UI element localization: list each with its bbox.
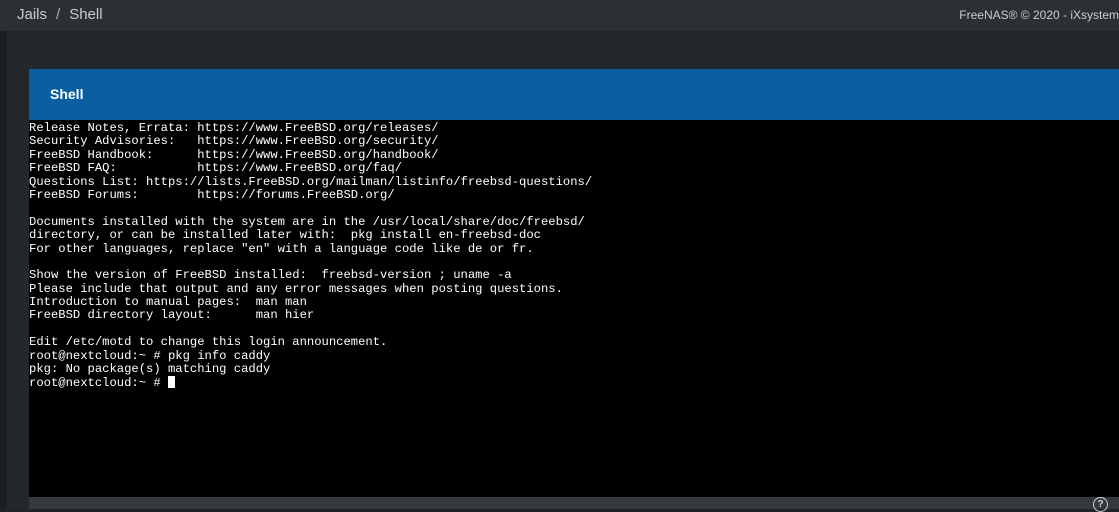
terminal-output[interactable]: Release Notes, Errata: https://www.FreeB… — [29, 120, 1119, 390]
terminal-line: Edit /etc/motd to change this login anno… — [29, 335, 388, 350]
help-icon[interactable]: ? — [1093, 497, 1108, 512]
terminal-line: directory, or can be installed later wit… — [29, 228, 541, 243]
card-footer — [29, 497, 1119, 509]
terminal-line: root@nextcloud:~ # pkg info caddy — [29, 348, 271, 363]
card-title: Shell — [50, 86, 84, 102]
copyright-text: FreeNAS® © 2020 - iXsystem — [959, 8, 1119, 22]
breadcrumb-current-shell: Shell — [69, 6, 103, 23]
terminal-line: Release Notes, Errata: https://www.FreeB… — [29, 121, 439, 135]
terminal-line: For other languages, replace "en" with a… — [29, 241, 534, 256]
shell-terminal[interactable]: Release Notes, Errata: https://www.FreeB… — [29, 120, 1119, 497]
terminal-line: Security Advisories: https://www.FreeBSD… — [29, 134, 439, 149]
terminal-line: pkg: No package(s) matching caddy — [29, 362, 271, 377]
terminal-line: Show the version of FreeBSD installed: f… — [29, 268, 512, 283]
terminal-line: FreeBSD FAQ: https://www.FreeBSD.org/faq… — [29, 161, 402, 176]
top-bar: Jails / Shell FreeNAS® © 2020 - iXsystem — [0, 0, 1119, 31]
breadcrumb-jails-link[interactable]: Jails — [17, 6, 47, 23]
terminal-line: FreeBSD Handbook: https://www.FreeBSD.or… — [29, 147, 439, 162]
terminal-line: FreeBSD Forums: https://forums.FreeBSD.o… — [29, 187, 395, 202]
terminal-line: Questions List: https://lists.FreeBSD.or… — [29, 174, 593, 189]
shell-card-header: Shell — [29, 69, 1119, 120]
terminal-prompt-line[interactable]: root@nextcloud:~ # — [29, 376, 1119, 391]
breadcrumb-separator: / — [56, 6, 61, 23]
breadcrumb: Jails / Shell — [17, 6, 103, 23]
terminal-line: Introduction to manual pages: man man — [29, 295, 307, 310]
sidebar-edge — [0, 31, 7, 509]
terminal-line: FreeBSD directory layout: man hier — [29, 308, 315, 323]
terminal-line: Documents installed with the system are … — [29, 214, 585, 229]
terminal-line: Please include that output and any error… — [29, 281, 563, 296]
terminal-prompt: root@nextcloud:~ # — [29, 376, 168, 391]
terminal-cursor — [167, 376, 175, 389]
